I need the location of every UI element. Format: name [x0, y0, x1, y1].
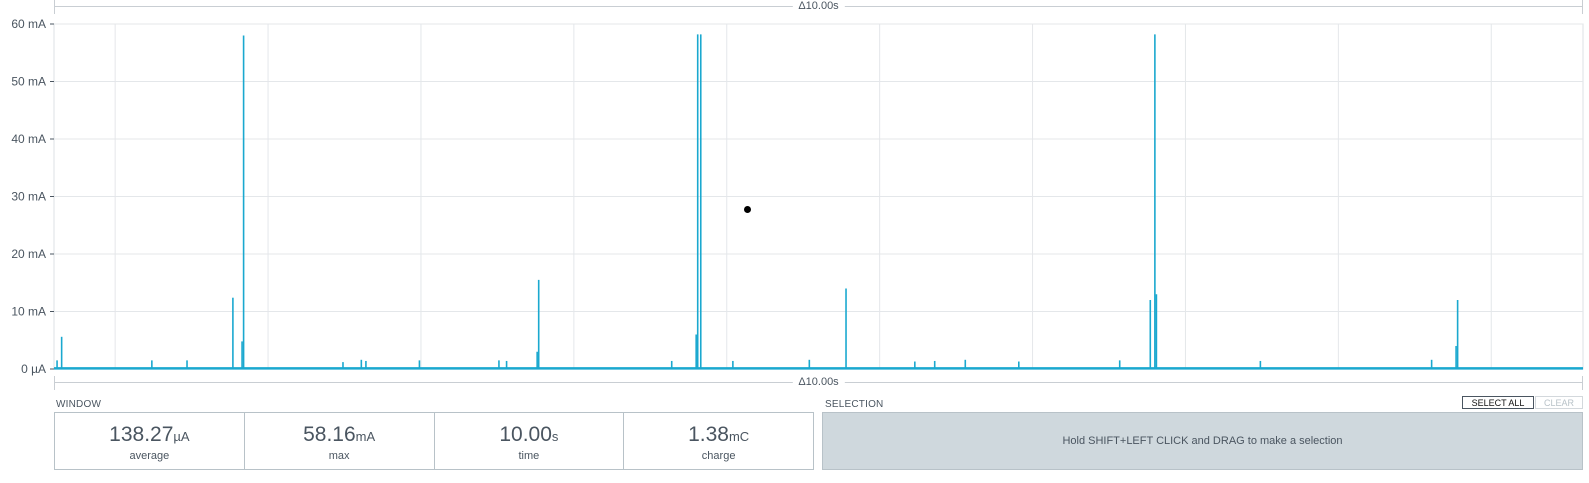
- stat-average-value: 138.27: [109, 423, 174, 446]
- selection-hint: Hold SHIFT+LEFT CLICK and DRAG to make a…: [1062, 435, 1343, 447]
- stat-max: 58.16mA max: [245, 413, 435, 469]
- stat-average-unit: µA: [173, 429, 190, 444]
- stat-average-label: average: [129, 450, 170, 462]
- stat-charge-label: charge: [701, 450, 736, 462]
- stat-max-unit: mA: [355, 429, 376, 444]
- stat-max-label: max: [328, 450, 350, 462]
- current-chart[interactable]: 0 µA 10 mA 20 mA 30 mA 40 mA 50 mA 60 mA: [0, 0, 1589, 380]
- mouse-cursor: [744, 206, 751, 213]
- stat-max-value: 58.16: [303, 423, 356, 446]
- stat-time: 10.00s time: [435, 413, 625, 469]
- select-all-button[interactable]: SELECT ALL: [1462, 396, 1534, 409]
- y-tick-label: 30 mA: [11, 190, 46, 204]
- stat-charge: 1.38mC charge: [624, 413, 813, 469]
- y-tick-label: 0 µA: [21, 362, 46, 376]
- window-stats: 138.27µA average 58.16mA max 10.00s time…: [54, 412, 814, 470]
- window-duration-bottom-label: Δ10.00s: [792, 376, 845, 389]
- selection-panel[interactable]: Hold SHIFT+LEFT CLICK and DRAG to make a…: [822, 412, 1583, 470]
- stat-charge-value: 1.38: [688, 423, 729, 446]
- selection-section-label: SELECTION: [825, 399, 884, 410]
- clear-selection-button[interactable]: CLEAR: [1535, 396, 1583, 409]
- stat-average: 138.27µA average: [55, 413, 245, 469]
- stat-time-value: 10.00: [499, 423, 552, 446]
- y-tick-label: 20 mA: [11, 247, 46, 261]
- y-tick-label: 40 mA: [11, 132, 46, 146]
- stat-time-label: time: [518, 450, 540, 462]
- stat-charge-unit: mC: [728, 429, 750, 444]
- y-tick-label: 60 mA: [11, 17, 46, 31]
- stat-time-unit: s: [551, 429, 559, 444]
- window-duration-bottom: Δ10.00s: [54, 376, 1583, 390]
- y-tick-label: 50 mA: [11, 75, 46, 89]
- y-tick-label: 10 mA: [11, 305, 46, 319]
- window-section-label: WINDOW: [56, 399, 102, 410]
